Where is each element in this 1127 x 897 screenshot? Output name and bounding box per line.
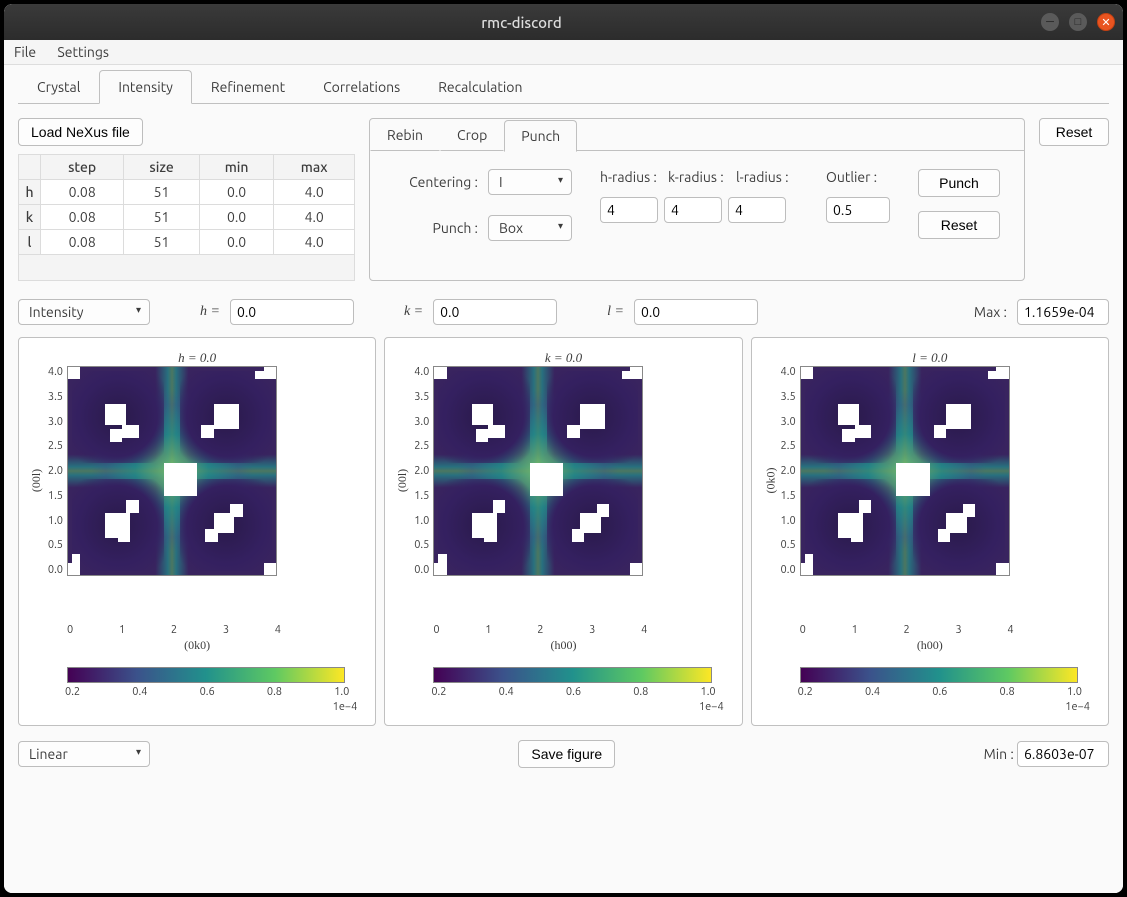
centering-select[interactable]: I [488, 169, 572, 195]
table-row: h 0.08 51 0.0 4.0 [19, 180, 355, 205]
h-radius-label: h-radius : [600, 169, 662, 185]
close-icon[interactable]: ✕ [1097, 13, 1115, 31]
plot-ylabel: (00l) [29, 469, 44, 492]
tab-crystal[interactable]: Crystal [18, 70, 99, 104]
max-label: Max : [974, 304, 1007, 320]
punch-button[interactable]: Punch [918, 169, 1000, 197]
plot-xlabel: (h00) [764, 638, 1096, 653]
plot-title: k = 0.0 [397, 350, 729, 366]
tab-correlations[interactable]: Correlations [304, 70, 419, 104]
colorbar-exponent: 1e−4 [764, 701, 1090, 713]
colorbar-ticks: 0.20.40.60.81.0 [65, 686, 349, 698]
l-input[interactable] [634, 299, 758, 325]
outlier-label: Outlier : [826, 169, 888, 185]
heatmap-image[interactable] [67, 366, 277, 576]
main-tabs: Crystal Intensity Refinement Correlation… [18, 69, 1109, 104]
l-radius-label: l-radius : [736, 169, 798, 185]
colorbar [800, 667, 1078, 683]
plot-title: l = 0.0 [764, 350, 1096, 366]
minimize-icon[interactable]: ─ [1041, 13, 1059, 31]
tab-recalculation[interactable]: Recalculation [419, 70, 541, 104]
sub-tabs: Rebin Crop Punch [370, 119, 1024, 151]
save-figure-button[interactable]: Save figure [518, 740, 615, 768]
table-row: l 0.08 51 0.0 4.0 [19, 230, 355, 255]
load-nexus-button[interactable]: Load NeXus file [18, 118, 143, 146]
table-row: k 0.08 51 0.0 4.0 [19, 205, 355, 230]
subtab-rebin[interactable]: Rebin [370, 119, 440, 151]
plot-ylabel: (0k0) [763, 468, 778, 494]
plot-panel: h = 0.0 (00l) 4.03.53.02.52.01.51.00.50.… [18, 337, 376, 726]
tab-intensity[interactable]: Intensity [99, 70, 192, 104]
plot-xlabel: (0k0) [31, 638, 363, 653]
k-radius-input[interactable] [664, 197, 722, 223]
menu-file[interactable]: File [14, 44, 36, 60]
colorbar [433, 667, 711, 683]
menu-settings[interactable]: Settings [57, 44, 109, 60]
min-input[interactable] [1017, 741, 1109, 767]
menubar: File Settings [4, 40, 1123, 65]
view-mode-select[interactable]: Intensity [18, 299, 150, 325]
titlebar: rmc-discord ─ □ ✕ [4, 4, 1123, 40]
colorbar-exponent: 1e−4 [397, 701, 723, 713]
plot-panel: k = 0.0 (00l) 4.03.53.02.52.01.51.00.50.… [384, 337, 742, 726]
x-axis-ticks: 01234 [800, 624, 1014, 636]
k-input[interactable] [433, 299, 557, 325]
colorbar-exponent: 1e−4 [31, 701, 357, 713]
plot-panel: l = 0.0 (0k0) 4.03.53.02.52.01.51.00.50.… [751, 337, 1109, 726]
heatmap-image[interactable] [800, 366, 1010, 576]
punch-type-label: Punch : [394, 220, 478, 236]
l-label: l = [607, 304, 624, 320]
h-input[interactable] [230, 299, 354, 325]
grid-header-step: step [41, 155, 124, 180]
colorbar [67, 667, 345, 683]
min-label: Min : [984, 746, 1014, 762]
grid-header-min: min [199, 155, 274, 180]
reset-button[interactable]: Reset [1039, 118, 1109, 146]
centering-label: Centering : [394, 174, 478, 190]
h-radius-input[interactable] [600, 197, 658, 223]
punch-reset-button[interactable]: Reset [918, 211, 1000, 239]
subtab-crop[interactable]: Crop [440, 119, 504, 151]
tab-refinement[interactable]: Refinement [192, 70, 304, 104]
maximize-icon[interactable]: □ [1069, 13, 1087, 31]
plot-ylabel: (00l) [395, 469, 410, 492]
plot-xlabel: (h00) [397, 638, 729, 653]
table-row-blank [19, 255, 355, 281]
subtab-punch[interactable]: Punch [504, 120, 577, 152]
grid-header-size: size [124, 155, 200, 180]
h-label: h = [200, 304, 220, 320]
window-title: rmc-discord [12, 14, 1031, 31]
grid-header-blank [19, 155, 41, 180]
x-axis-ticks: 01234 [433, 624, 647, 636]
colorbar-ticks: 0.20.40.60.81.0 [798, 686, 1082, 698]
punch-type-select[interactable]: Box [488, 215, 572, 241]
k-radius-label: k-radius : [668, 169, 730, 185]
outlier-input[interactable] [826, 197, 890, 223]
max-input[interactable] [1017, 299, 1109, 325]
grid-table: step size min max h 0.08 51 0.0 4.0 k [18, 154, 355, 281]
x-axis-ticks: 01234 [67, 624, 281, 636]
colorbar-ticks: 0.20.40.60.81.0 [431, 686, 715, 698]
l-radius-input[interactable] [728, 197, 786, 223]
heatmap-image[interactable] [433, 366, 643, 576]
grid-header-max: max [274, 155, 355, 180]
k-label: k = [404, 304, 423, 320]
scale-select[interactable]: Linear [18, 741, 150, 767]
plot-title: h = 0.0 [31, 350, 363, 366]
